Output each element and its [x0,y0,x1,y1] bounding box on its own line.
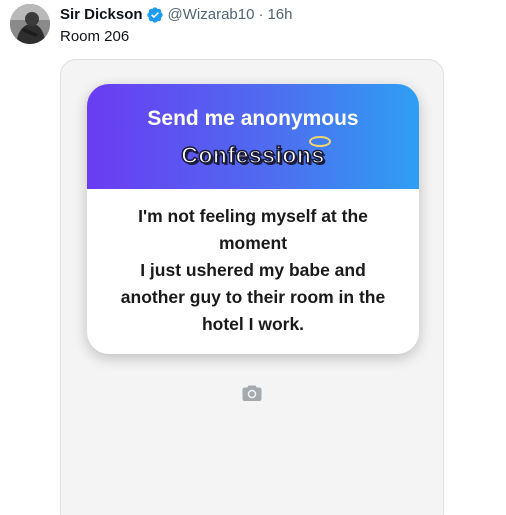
message-line: I'm not feeling myself at the [138,206,368,226]
card-subtitle-wrap: Confessions [180,136,331,170]
verified-badge-icon[interactable] [146,6,164,24]
message-line: hotel I work. [201,314,305,334]
display-name[interactable]: Sir Dickson [60,5,143,25]
card-message: I'm not feeling myself at the moment I j… [87,189,419,338]
confession-card: Send me anonymous Confessions I'm not fe… [87,84,419,354]
user-handle[interactable]: @Wizarab10 [168,5,255,25]
separator-dot: · [258,6,264,23]
tweet-header: Sir Dickson @Wizarab10 · 16h [60,5,293,25]
card-title: Send me anonymous [147,107,359,130]
message-line: moment [218,233,288,253]
avatar-image [10,4,50,44]
message-line: I just ushered my babe and [140,260,366,280]
timestamp[interactable]: 16h [267,5,292,25]
avatar[interactable] [10,4,50,44]
media-image[interactable]: Send me anonymous Confessions I'm not fe… [60,59,444,515]
card-header: Send me anonymous Confessions [87,84,419,189]
message-line: another guy to their room in the [120,287,386,307]
camera-icon [240,381,264,405]
tweet[interactable]: Sir Dickson @Wizarab10 · 16h Room 206 Se… [0,0,506,515]
card-subtitle: Confessions [180,141,325,169]
tweet-text: Room 206 [60,28,130,45]
halo-icon [308,136,331,147]
